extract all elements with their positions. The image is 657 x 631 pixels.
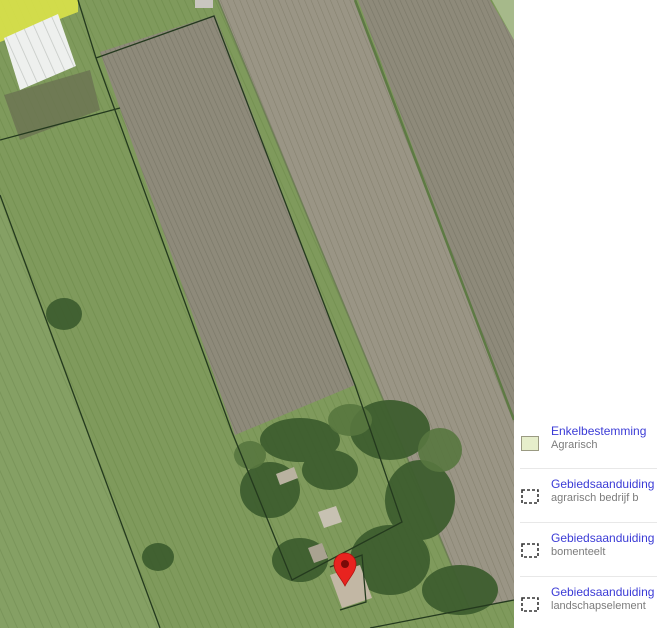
legend-item-subtitle: bomenteelt [551, 546, 606, 558]
legend-item-title[interactable]: Gebiedsaanduiding [551, 477, 654, 491]
dashed-square-icon [521, 543, 539, 558]
legend-panel: Enkelbestemming Agrarisch Gebiedsaanduid… [514, 0, 657, 628]
dashed-square-icon [521, 489, 539, 504]
legend-item-title[interactable]: Enkelbestemming [551, 424, 646, 438]
legend-item-subtitle: landschapselement [551, 600, 646, 612]
legend-item[interactable]: Enkelbestemming Agrarisch [520, 416, 657, 470]
legend-item-subtitle: Agrarisch [551, 439, 598, 451]
map-view[interactable] [0, 0, 514, 628]
legend-item[interactable]: Gebiedsaanduiding agrarisch bedrijf b [520, 468, 657, 523]
aerial-map [0, 0, 514, 628]
legend-item[interactable]: Gebiedsaanduiding landschapselement [520, 576, 657, 631]
legend-item-subtitle: agrarisch bedrijf b [551, 492, 639, 504]
dashed-square-icon [521, 597, 539, 612]
agrarisch-fill-swatch [521, 436, 539, 451]
legend-item[interactable]: Gebiedsaanduiding bomenteelt [520, 522, 657, 577]
legend-item-title[interactable]: Gebiedsaanduiding [551, 531, 654, 545]
legend-item-title[interactable]: Gebiedsaanduiding [551, 585, 654, 599]
